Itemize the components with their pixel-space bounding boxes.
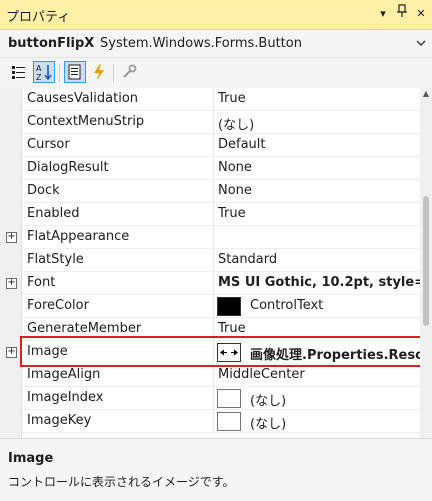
object-selector[interactable]: buttonFlipX System.Windows.Forms.Button — [0, 30, 432, 58]
property-row-generatemember[interactable]: GenerateMember True — [0, 318, 420, 341]
property-row-contextmenustrip[interactable]: ContextMenuStrip (なし) — [0, 111, 420, 134]
property-grid: CausesValidation True ContextMenuStrip (… — [0, 88, 420, 438]
svg-text:A: A — [36, 64, 42, 73]
property-value[interactable]: (なし) — [218, 114, 420, 133]
property-name: Cursor — [27, 137, 70, 152]
description-text: コントロールに表示されるイメージです。 — [8, 475, 235, 489]
property-value[interactable]: MS UI Gothic, 10.2pt, style=Bo — [218, 275, 420, 290]
empty-swatch — [217, 412, 241, 431]
property-row-dialogresult[interactable]: DialogResult None — [0, 157, 420, 180]
property-value[interactable]: None — [218, 183, 420, 198]
alphabetical-icon[interactable]: AZ — [33, 61, 55, 83]
properties-toolbar: AZ — [0, 58, 432, 88]
toolbar-separator — [113, 64, 114, 82]
property-name: Font — [27, 275, 56, 290]
expand-plus-icon[interactable]: + — [6, 232, 17, 243]
property-value[interactable]: True — [218, 91, 420, 106]
empty-swatch — [217, 389, 241, 408]
property-row-imagekey[interactable]: ImageKey (なし) — [0, 410, 420, 433]
panel-titlebar: プロパティ ▾ ✕ — [0, 0, 432, 30]
expand-plus-icon[interactable]: + — [6, 347, 17, 358]
property-value[interactable]: 画像処理.Properties.Reso — [250, 344, 420, 363]
property-name: DialogResult — [27, 160, 109, 175]
property-value[interactable]: (なし) — [250, 413, 420, 432]
scroll-up-icon[interactable]: ▲ — [420, 88, 432, 100]
chevron-down-icon[interactable] — [416, 38, 428, 50]
property-row-cursor[interactable]: Cursor Default — [0, 134, 420, 157]
description-pane: Image コントロールに表示されるイメージです。 — [0, 438, 432, 501]
object-name: buttonFlipX — [8, 36, 95, 51]
color-swatch — [217, 297, 241, 316]
property-value[interactable]: Default — [218, 137, 420, 152]
property-value[interactable]: MiddleCenter — [218, 367, 420, 382]
property-pages-icon[interactable] — [118, 61, 140, 83]
property-row-imageindex[interactable]: ImageIndex (なし) — [0, 387, 420, 410]
expand-plus-icon[interactable]: + — [6, 278, 17, 289]
panel-title: プロパティ — [6, 10, 71, 25]
property-row-dock[interactable]: Dock None — [0, 180, 420, 203]
property-row-causesvalidation[interactable]: CausesValidation True — [0, 88, 420, 111]
property-name: GenerateMember — [27, 321, 142, 336]
property-name: ContextMenuStrip — [27, 114, 145, 129]
events-icon[interactable] — [88, 61, 110, 83]
property-name: FlatAppearance — [27, 229, 130, 244]
description-title: Image — [8, 451, 54, 466]
image-preview-icon — [217, 343, 241, 362]
property-name: ImageIndex — [27, 390, 104, 405]
svg-text:Z: Z — [36, 73, 42, 81]
property-row-forecolor[interactable]: ForeColor ControlText — [0, 295, 420, 318]
close-icon[interactable]: ✕ — [412, 4, 430, 24]
property-name: Image — [27, 344, 68, 359]
property-value[interactable]: True — [218, 206, 420, 221]
property-value[interactable]: (なし) — [250, 390, 420, 409]
property-name: CausesValidation — [27, 91, 139, 106]
property-row-flatappearance[interactable]: + FlatAppearance — [0, 226, 420, 249]
pin-icon[interactable] — [393, 4, 411, 24]
properties-icon[interactable] — [64, 61, 86, 83]
object-type: System.Windows.Forms.Button — [100, 36, 302, 51]
property-row-enabled[interactable]: Enabled True — [0, 203, 420, 226]
property-name: Dock — [27, 183, 60, 198]
property-row-font[interactable]: + Font MS UI Gothic, 10.2pt, style=Bo — [0, 272, 420, 295]
property-row-imagealign[interactable]: ImageAlign MiddleCenter — [0, 364, 420, 387]
property-value[interactable]: Standard — [218, 252, 420, 267]
property-name: ForeColor — [27, 298, 89, 313]
scrollbar-thumb[interactable] — [423, 196, 429, 326]
property-name: ImageKey — [27, 413, 92, 428]
toolbar-separator — [59, 64, 60, 82]
categorized-icon[interactable] — [8, 61, 30, 83]
property-name: ImageAlign — [27, 367, 101, 382]
vertical-scrollbar[interactable]: ▲ — [420, 88, 432, 438]
window-position-dropdown-icon[interactable]: ▾ — [374, 4, 392, 24]
property-value[interactable]: ControlText — [250, 298, 420, 313]
property-row-image[interactable]: + Image 画像処理.Properties.Reso — [0, 341, 420, 364]
property-value[interactable]: True — [218, 321, 420, 336]
property-name: Enabled — [27, 206, 80, 221]
property-name: FlatStyle — [27, 252, 84, 267]
property-row-flatstyle[interactable]: FlatStyle Standard — [0, 249, 420, 272]
property-value[interactable]: None — [218, 160, 420, 175]
